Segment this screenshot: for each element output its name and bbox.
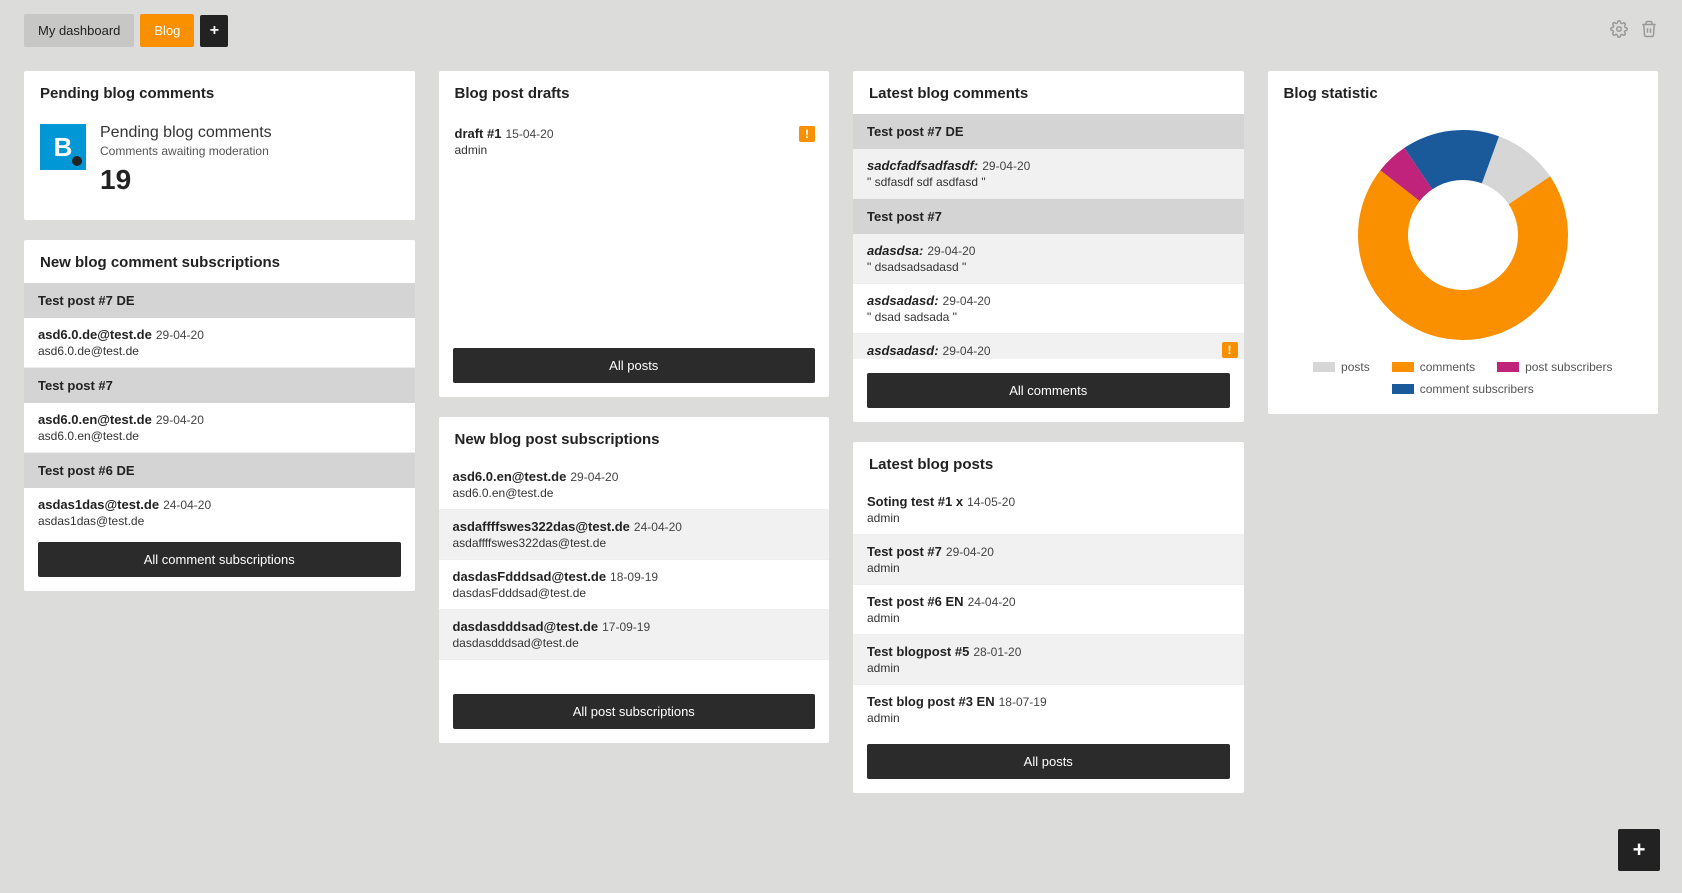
latest-comments-list[interactable]: Test post #7 DE sadcfadfsadfasdf:29-04-2… (853, 114, 1244, 359)
pending-label: Pending blog comments (100, 124, 272, 142)
trash-icon[interactable] (1640, 20, 1658, 41)
chart-legend: posts comments post subscribers comment … (1284, 360, 1643, 396)
all-posts-button[interactable]: All posts (867, 744, 1230, 779)
list-item[interactable]: dasdasFdddsad@test.de18-09-19 dasdasFddd… (439, 560, 830, 610)
group-header[interactable]: Test post #7 DE (853, 114, 1244, 149)
list-item[interactable]: asdas1das@test.de24-04-20 asdas1das@test… (24, 488, 415, 528)
comment-item[interactable]: asdsadasd:29-04-20 ! (853, 334, 1244, 359)
blog-statistic-card: Blog statistic posts comments post subsc… (1268, 71, 1659, 414)
pending-comments-card: Pending blog comments B Pending blog com… (24, 71, 415, 220)
comment-item[interactable]: adasdsa:29-04-20 " dsadsadsadasd " (853, 234, 1244, 284)
blog-icon: B (40, 124, 86, 170)
tab-blog[interactable]: Blog (140, 14, 194, 47)
post-item[interactable]: Soting test #1 x14-05-20 admin (853, 485, 1244, 535)
list-item[interactable]: asd6.0.en@test.de29-04-20 asd6.0.en@test… (24, 403, 415, 453)
pending-count: 19 (100, 164, 272, 196)
post-item[interactable]: Test post #729-04-20 admin (853, 535, 1244, 585)
tab-bar: My dashboard Blog + (0, 0, 1682, 47)
legend-item: comment subscribers (1392, 382, 1534, 396)
latest-posts-card: Latest blog posts Soting test #1 x14-05-… (853, 442, 1244, 793)
latest-posts-list[interactable]: Soting test #1 x14-05-20 admin Test post… (853, 485, 1244, 730)
list-item[interactable]: asdaffffswes322das@test.de24-04-20 asdaf… (439, 510, 830, 560)
post-item[interactable]: Test blog post #3 EN18-07-19 admin (853, 685, 1244, 730)
group-header[interactable]: Test post #6 DE (24, 453, 415, 488)
latest-comments-card: Latest blog comments Test post #7 DE sad… (853, 71, 1244, 422)
tab-my-dashboard[interactable]: My dashboard (24, 14, 134, 47)
gear-icon[interactable] (1610, 20, 1628, 41)
warning-badge-icon: ! (1222, 342, 1238, 358)
post-subscriptions-card: New blog post subscriptions asd6.0.en@te… (439, 417, 830, 743)
tab-add-button[interactable]: + (200, 15, 228, 47)
comment-item[interactable]: asdsadasd:29-04-20 " dsad sadsada " (853, 284, 1244, 334)
card-title: Blog post drafts (439, 71, 830, 114)
card-title: Pending blog comments (24, 71, 415, 114)
card-title: New blog post subscriptions (439, 417, 830, 460)
warning-badge-icon: ! (799, 126, 815, 142)
card-title: Blog statistic (1268, 71, 1659, 114)
list-item[interactable]: asd6.0.en@test.de29-04-20 asd6.0.en@test… (439, 460, 830, 510)
donut-chart (1333, 120, 1593, 350)
draft-item[interactable]: draft #115-04-20 admin ! (453, 120, 816, 163)
list-item[interactable]: dasdasdddsad@test.de17-09-19 dasdasdddsa… (439, 610, 830, 660)
add-widget-button[interactable]: + (1618, 829, 1660, 871)
pending-sublabel: Comments awaiting moderation (100, 144, 272, 158)
comment-subs-list[interactable]: Test post #7 DE asd6.0.de@test.de29-04-2… (24, 283, 415, 528)
post-item[interactable]: Test post #6 EN24-04-20 admin (853, 585, 1244, 635)
list-item[interactable]: asd6.0.de@test.de29-04-20 asd6.0.de@test… (24, 318, 415, 368)
card-title: New blog comment subscriptions (24, 240, 415, 283)
legend-item: comments (1392, 360, 1475, 374)
post-subs-list[interactable]: asd6.0.en@test.de29-04-20 asd6.0.en@test… (439, 460, 830, 680)
post-item[interactable]: Test blogpost #528-01-20 admin (853, 635, 1244, 685)
legend-item: posts (1313, 360, 1370, 374)
all-posts-button[interactable]: All posts (453, 348, 816, 383)
comment-item[interactable]: sadcfadfsadfasdf:29-04-20 " sdfasdf sdf … (853, 149, 1244, 199)
group-header[interactable]: Test post #7 (24, 368, 415, 403)
group-header[interactable]: Test post #7 DE (24, 283, 415, 318)
legend-item: post subscribers (1497, 360, 1612, 374)
all-post-subs-button[interactable]: All post subscriptions (453, 694, 816, 729)
card-title: Latest blog posts (853, 442, 1244, 485)
group-header[interactable]: Test post #7 (853, 199, 1244, 234)
all-comments-button[interactable]: All comments (867, 373, 1230, 408)
drafts-card: Blog post drafts draft #115-04-20 admin … (439, 71, 830, 397)
all-comment-subs-button[interactable]: All comment subscriptions (38, 542, 401, 577)
card-title: Latest blog comments (853, 71, 1244, 114)
comment-subscriptions-card: New blog comment subscriptions Test post… (24, 240, 415, 591)
